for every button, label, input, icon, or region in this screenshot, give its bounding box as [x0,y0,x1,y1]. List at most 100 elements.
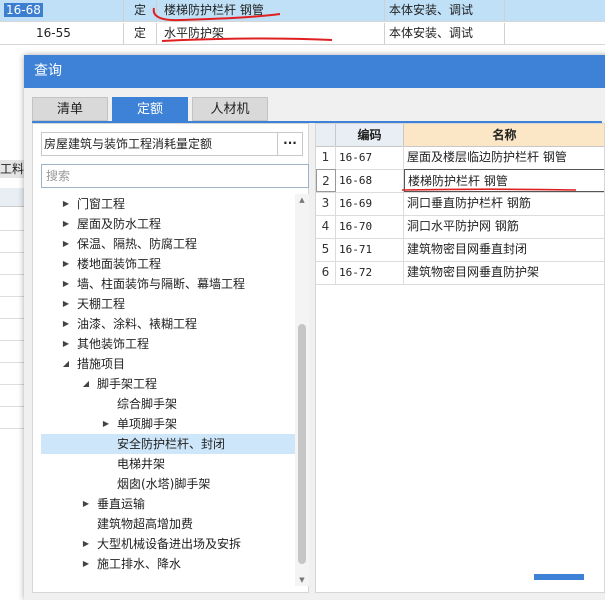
row-name: 楼梯防护栏杆 钢管 [160,0,385,21]
tree-node-label: 建筑物超高增加费 [97,517,194,531]
row-type: 定 [124,0,157,21]
tree-node[interactable]: ▶ 单项脚手架 [41,414,295,434]
result-code: 16-69 [336,192,404,215]
left-panel-label: 工料 [0,160,25,178]
tree-node[interactable]: ▶ 天棚工程 [41,294,295,314]
collapsed-arrow-icon[interactable]: ▶ [61,214,71,234]
header-code[interactable]: 编码 [336,124,404,146]
tree-node-label: 施工排水、降水 [97,557,182,571]
tab-quota[interactable]: 定额 [112,97,188,121]
tree-node[interactable]: ◢ 脚手架工程 [41,374,295,394]
results-table: 编码 名称 1 16-67 屋面及楼层临边防护栏杆 钢管 2 16-68 楼梯防护栏杆 钢… [315,123,605,593]
more-icon[interactable]: ··· [277,133,302,155]
collapsed-arrow-icon[interactable]: ▶ [101,414,111,434]
tree-node-label: 天棚工程 [77,297,126,311]
expanded-arrow-icon[interactable]: ◢ [81,374,91,394]
dialog-title: 查询 [34,63,62,79]
result-code: 16-72 [336,261,404,284]
query-dialog: 查询 清单 定额 人材机 房屋建筑与装饰工程消耗量定额 ··· 搜索 ▶ 门窗工程… [24,55,605,600]
tab-materials[interactable]: 人材机 [192,97,268,121]
tree-node[interactable]: 烟囱(水塔)脚手架 [41,474,295,494]
tree-node-label: 墙、柱面装饰与隔断、幕墙工程 [77,277,246,291]
library-name: 房屋建筑与装饰工程消耗量定额 [44,137,213,151]
quota-tree-pane: 房屋建筑与装饰工程消耗量定额 ··· 搜索 ▶ 门窗工程 ▶ 屋面及防水工程 ▶ 保温、隔… [32,123,309,593]
dialog-titlebar[interactable]: 查询 [24,55,605,88]
collapsed-arrow-icon[interactable]: ▶ [61,254,71,274]
table-row[interactable]: 16-55 定 水平防护架 本体安装、调试 [0,23,605,45]
result-name: 洞口水平防护网 钢筋 [404,215,604,238]
result-row[interactable]: 1 16-67 屋面及楼层临边防护栏杆 钢管 [316,146,604,170]
result-name: 建筑物密目网垂直防护架 [404,261,604,284]
row-type: 定 [124,23,157,44]
collapsed-arrow-icon[interactable]: ▶ [81,534,91,554]
result-name: 洞口垂直防护栏杆 钢筋 [404,192,604,215]
tree-node[interactable]: ▶ 施工排水、降水 [41,554,295,574]
result-name: 建筑物密目网垂直封闭 [404,238,604,261]
tree-node[interactable]: ▶ 大型机械设备进出场及安拆 [41,534,295,554]
result-code: 16-71 [336,238,404,261]
table-row[interactable]: 16-68 定 楼梯防护栏杆 钢管 本体安装、调试 [0,0,605,22]
tree-node-label: 措施项目 [77,357,126,371]
tree-node[interactable]: ▶ 保温、隔热、防腐工程 [41,234,295,254]
tree-node[interactable]: 电梯井架 [41,454,295,474]
background-table: 16-68 定 楼梯防护栏杆 钢管 本体安装、调试 16-55 定 水平防护架 … [0,0,605,55]
row-work: 本体安装、调试 [385,23,505,44]
tree-node[interactable]: ▶ 油漆、涂料、裱糊工程 [41,314,295,334]
collapsed-arrow-icon[interactable]: ▶ [61,194,71,214]
result-row[interactable]: 6 16-72 建筑物密目网垂直防护架 [316,261,604,285]
tree-node-label: 其他装饰工程 [77,337,150,351]
tree-node-label: 电梯井架 [117,457,166,471]
tree-node-label: 垂直运输 [97,497,146,511]
row-work: 本体安装、调试 [385,0,505,21]
collapsed-arrow-icon[interactable]: ▶ [61,294,71,314]
tree-scrollbar[interactable]: ▲ ▼ [295,194,309,586]
row-code: 16-68 [4,3,43,17]
result-row[interactable]: 4 16-70 洞口水平防护网 钢筋 [316,215,604,239]
collapsed-arrow-icon[interactable]: ▶ [61,234,71,254]
tree-node[interactable]: ▶ 楼地面装饰工程 [41,254,295,274]
header-name[interactable]: 名称 [404,124,604,146]
tree-node[interactable]: 综合脚手架 [41,394,295,414]
result-idx: 6 [316,261,336,284]
background-left-panel: 工料 [0,150,25,462]
tree-node-label: 单项脚手架 [117,417,178,431]
scroll-down-icon[interactable]: ▼ [295,574,309,586]
collapsed-arrow-icon[interactable]: ▶ [61,334,71,354]
result-row[interactable]: 5 16-71 建筑物密目网垂直封闭 [316,238,604,262]
tree-node[interactable]: ▶ 墙、柱面装饰与隔断、幕墙工程 [41,274,295,294]
search-input[interactable]: 搜索 [41,164,309,188]
tree-node-label: 脚手架工程 [97,377,158,391]
library-selector[interactable]: 房屋建筑与装饰工程消耗量定额 ··· [41,132,303,156]
result-row[interactable]: 3 16-69 洞口垂直防护栏杆 钢筋 [316,192,604,216]
tree-node-label: 保温、隔热、防腐工程 [77,237,198,251]
scroll-thumb[interactable] [298,324,306,564]
row-name: 水平防护架 [160,23,385,44]
result-idx: 3 [316,192,336,215]
tree-node-label: 门窗工程 [77,197,126,211]
tree-node[interactable]: 建筑物超高增加费 [41,514,295,534]
collapsed-arrow-icon[interactable]: ▶ [81,554,91,574]
tree-node-label: 油漆、涂料、裱糊工程 [77,317,198,331]
tree-node-label: 屋面及防水工程 [77,217,162,231]
tree-node[interactable]: ▶ 屋面及防水工程 [41,214,295,234]
result-code: 16-68 [336,169,404,192]
scroll-up-icon[interactable]: ▲ [295,194,309,206]
tree-node[interactable]: ◢ 措施项目 [41,354,295,374]
tree-node[interactable]: ▶ 其他装饰工程 [41,334,295,354]
tree-node-label: 安全防护栏杆、封闭 [117,437,226,451]
tree-node[interactable]: 安全防护栏杆、封闭 [41,434,295,454]
tree-node[interactable]: ▶ 垂直运输 [41,494,295,514]
expanded-arrow-icon[interactable]: ◢ [61,354,71,374]
result-idx: 2 [316,169,336,192]
row-code: 16-55 [0,23,124,44]
header-index [316,124,336,146]
result-code: 16-70 [336,215,404,238]
tab-list[interactable]: 清单 [32,97,108,121]
tree-node[interactable]: ▶ 门窗工程 [41,194,295,214]
result-idx: 4 [316,215,336,238]
collapsed-arrow-icon[interactable]: ▶ [61,274,71,294]
result-row[interactable]: 2 16-68 楼梯防护栏杆 钢管 [316,169,604,193]
collapsed-arrow-icon[interactable]: ▶ [61,314,71,334]
horizontal-scroll-thumb[interactable] [534,574,584,580]
collapsed-arrow-icon[interactable]: ▶ [81,494,91,514]
